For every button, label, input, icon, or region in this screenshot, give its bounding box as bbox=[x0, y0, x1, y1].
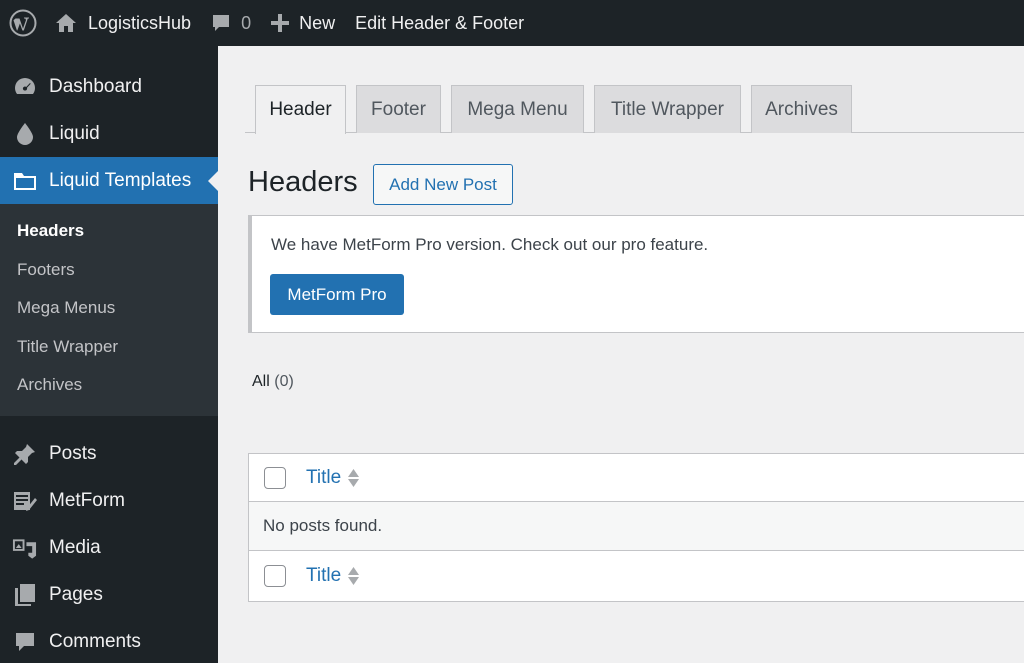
menu-label-liquid-templates: Liquid Templates bbox=[49, 169, 192, 191]
comments-link[interactable]: 0 bbox=[201, 0, 261, 46]
tab-archives[interactable]: Archives bbox=[751, 85, 852, 133]
menu-item-pages[interactable]: Pages bbox=[0, 572, 218, 619]
admin-sidebar: Dashboard Liquid Liquid Templates Header… bbox=[0, 46, 218, 663]
metform-notice: We have MetForm Pro version. Check out o… bbox=[248, 215, 1024, 333]
tab-title-wrapper[interactable]: Title Wrapper bbox=[594, 85, 741, 133]
page-title: Headers bbox=[248, 166, 358, 198]
new-content-button[interactable]: New bbox=[261, 0, 345, 46]
dashboard-icon bbox=[12, 74, 37, 99]
menu-label-posts: Posts bbox=[49, 443, 97, 464]
sort-arrows-icon bbox=[348, 567, 360, 585]
table-empty-row: No posts found. bbox=[249, 502, 1024, 551]
form-icon bbox=[12, 489, 37, 514]
filter-all-count: (0) bbox=[274, 373, 294, 390]
menu-label-metform: MetForm bbox=[49, 490, 125, 511]
site-name: LogisticsHub bbox=[88, 12, 192, 33]
menu-item-posts[interactable]: Posts bbox=[0, 431, 218, 478]
menu-label-dashboard: Dashboard bbox=[49, 75, 142, 97]
pages-icon bbox=[12, 583, 37, 608]
menu-item-metform[interactable]: MetForm bbox=[0, 478, 218, 525]
comments-count: 0 bbox=[241, 12, 252, 33]
pin-icon bbox=[12, 442, 37, 467]
tab-footer[interactable]: Footer bbox=[356, 85, 441, 133]
status-filters: All (0) bbox=[252, 373, 294, 391]
home-icon bbox=[56, 14, 76, 32]
submenu-item-headers[interactable]: Headers bbox=[0, 212, 218, 251]
metform-pro-button[interactable]: MetForm Pro bbox=[270, 274, 404, 315]
title-column-header: Title bbox=[306, 466, 342, 488]
filter-all-link[interactable]: All bbox=[252, 373, 270, 390]
edit-label: Edit Header & Footer bbox=[355, 12, 525, 33]
edit-header-footer-link[interactable]: Edit Header & Footer bbox=[345, 0, 534, 46]
table-footer-row: Title bbox=[249, 551, 1024, 601]
posts-table: Title No posts found. Title bbox=[248, 453, 1024, 602]
notice-text: We have MetForm Pro version. Check out o… bbox=[271, 235, 709, 254]
menu-item-dashboard[interactable]: Dashboard bbox=[0, 63, 218, 110]
sort-arrows-icon bbox=[348, 468, 360, 487]
liquid-templates-submenu: Headers Footers Mega Menus Title Wrapper… bbox=[0, 204, 218, 416]
title-column-footer: Title bbox=[306, 565, 342, 586]
wordpress-logo-icon bbox=[9, 9, 37, 37]
comment-bubble-icon bbox=[213, 15, 230, 31]
menu-item-liquid-templates[interactable]: Liquid Templates bbox=[0, 157, 218, 204]
admin-bar: LogisticsHub 0 New Edit Header & Footer bbox=[0, 0, 1024, 46]
droplet-icon bbox=[12, 121, 37, 146]
media-icon bbox=[12, 536, 37, 561]
wordpress-logo-button[interactable] bbox=[0, 0, 45, 46]
submenu-item-footers[interactable]: Footers bbox=[0, 251, 218, 290]
no-posts-message: No posts found. bbox=[263, 516, 383, 535]
menu-label-media: Media bbox=[49, 537, 101, 558]
folder-icon bbox=[12, 168, 37, 193]
add-new-post-button[interactable]: Add New Post bbox=[373, 164, 513, 205]
title-column-sort-link-footer[interactable]: Title bbox=[306, 565, 360, 587]
submenu-item-archives[interactable]: Archives bbox=[0, 366, 218, 405]
menu-label-liquid: Liquid bbox=[49, 122, 100, 144]
menu-label-comments: Comments bbox=[49, 631, 141, 652]
site-name-link[interactable]: LogisticsHub bbox=[45, 0, 201, 46]
submenu-item-mega-menus[interactable]: Mega Menus bbox=[0, 289, 218, 328]
select-all-checkbox[interactable] bbox=[264, 466, 286, 489]
title-column-sort-link[interactable]: Title bbox=[306, 466, 360, 489]
tab-mega-menu[interactable]: Mega Menu bbox=[451, 85, 584, 133]
table-header-row: Title bbox=[249, 454, 1024, 502]
template-tabs: Header Footer Mega Menu Title Wrapper Ar… bbox=[245, 85, 1024, 134]
submenu-item-title-wrapper[interactable]: Title Wrapper bbox=[0, 328, 218, 367]
menu-label-pages: Pages bbox=[49, 584, 103, 605]
comment-icon bbox=[12, 630, 37, 655]
menu-item-media[interactable]: Media bbox=[0, 525, 218, 572]
new-label: New bbox=[299, 12, 336, 33]
tab-header[interactable]: Header bbox=[255, 85, 346, 134]
main-content: Header Footer Mega Menu Title Wrapper Ar… bbox=[218, 46, 1024, 663]
plus-icon bbox=[271, 14, 290, 32]
menu-item-liquid[interactable]: Liquid bbox=[0, 110, 218, 157]
select-all-checkbox-footer[interactable] bbox=[264, 565, 286, 587]
menu-item-comments[interactable]: Comments bbox=[0, 619, 218, 663]
